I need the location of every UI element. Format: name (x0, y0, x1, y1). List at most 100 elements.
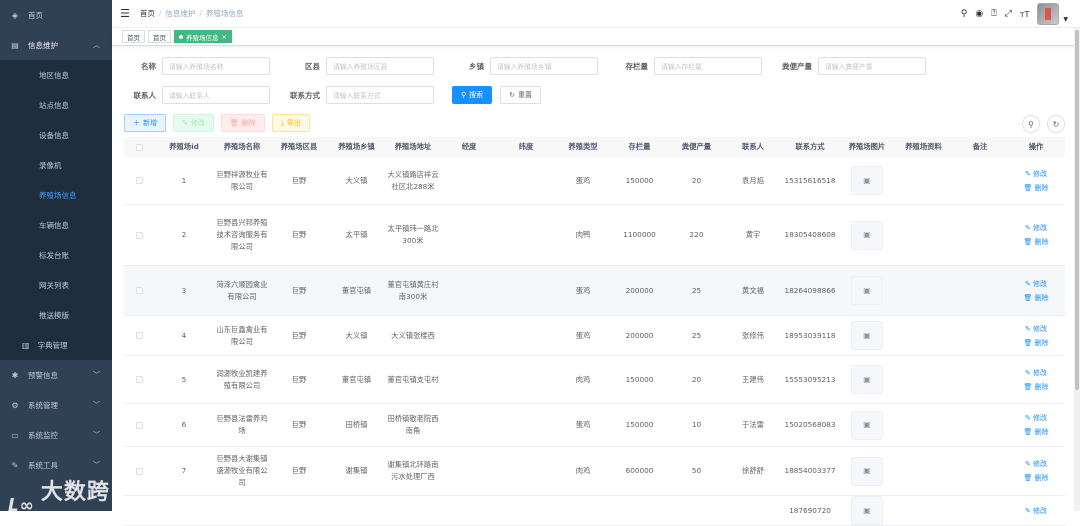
search-button[interactable]: ⚲ 搜索 (452, 86, 493, 104)
scrollbar-thumb[interactable] (1075, 30, 1079, 390)
sidebar-item-recorder[interactable]: 录像机 (0, 150, 112, 180)
sidebar-item-gateway[interactable]: 网关列表 (0, 270, 112, 300)
toggle-search-button[interactable]: ⚲ (1022, 115, 1040, 133)
cell-stock: 1100000 (623, 230, 656, 239)
sidebar-item-home[interactable]: ◈ 首页 (0, 0, 112, 30)
sidebar-item-info-maintenance[interactable]: ▤ 信息维护 ︿ (0, 30, 112, 60)
sidebar-item-region[interactable]: 地区信息 (0, 60, 112, 90)
cell-name: 山东巨鑫禽业有限公司 (216, 324, 268, 346)
avatar[interactable] (1037, 3, 1060, 25)
image-placeholder-icon[interactable]: ▣ (852, 411, 882, 439)
county-input[interactable]: 请输入养殖场区县 (326, 57, 434, 75)
cell-name: 巨野祥源牧业有限公司 (216, 169, 268, 191)
image-placeholder-icon[interactable]: ▣ (852, 457, 882, 485)
github-icon[interactable]: ◉ (975, 9, 983, 19)
image-placeholder-icon[interactable]: ▣ (852, 167, 882, 194)
row-delete-button[interactable]: 🗑 删除 (1023, 472, 1048, 484)
row-delete-button[interactable]: 🗑 删除 (1023, 337, 1048, 349)
edit-icon: ✎ (182, 119, 188, 127)
cell-county: 巨野 (291, 466, 307, 475)
download-icon: ⤓ (280, 118, 284, 127)
row-checkbox[interactable] (135, 421, 143, 429)
row-checkbox[interactable] (135, 177, 143, 184)
row-checkbox[interactable] (135, 467, 143, 475)
sidebar-item-system[interactable]: ⚙ 系统管理 ﹀ (0, 390, 112, 420)
town-input[interactable]: 请输入养殖场乡镇 (490, 57, 598, 75)
row-delete-button[interactable]: 🗑 删除 (1023, 182, 1048, 194)
sidebar-item-monitor[interactable]: ▭ 系统监控 ﹀ (0, 420, 112, 450)
question-icon[interactable]: ⍰ (991, 9, 996, 19)
sidebar-item-device[interactable]: 设备信息 (0, 120, 112, 150)
font-size-icon[interactable]: тT (1020, 10, 1030, 19)
trash-icon: 🗑 (1023, 293, 1035, 302)
sidebar: ◈ 首页 ▤ 信息维护 ︿ 地区信息 站点信息 设备信息 录像机 养殖场信息 车辆信息… (0, 0, 112, 511)
refresh-button[interactable]: ↻ (1047, 115, 1065, 133)
image-cell: ▣ (839, 322, 895, 349)
cell-stock: 200000 (625, 285, 654, 295)
cell-name: 巨野县兴邦养殖技术咨询服务有限公司 (216, 218, 268, 251)
close-icon[interactable]: × (222, 33, 227, 41)
image-placeholder-icon[interactable]: ▣ (852, 221, 882, 249)
row-edit-button[interactable]: ✎ 修改 (1025, 458, 1047, 470)
caret-down-icon[interactable]: ▼ (1063, 16, 1068, 23)
sidebar-item-vehicle[interactable]: 车辆信息 (0, 210, 112, 240)
export-button[interactable]: ⤓ 导出 (271, 114, 310, 132)
row-checkbox[interactable] (135, 376, 143, 383)
row-actions: ✎ 修改 🗑 删除 (1010, 412, 1062, 438)
phone-input[interactable]: 请输入联系方式 (326, 86, 434, 104)
name-input[interactable]: 请输入养殖场名称 (162, 57, 270, 75)
sidebar-item-farm[interactable]: 养殖场信息 (0, 180, 112, 210)
header-stock: 存栏量 (628, 142, 651, 151)
row-edit-button[interactable]: ✎ 修改 (1025, 323, 1047, 335)
fullscreen-icon[interactable]: ⤢ (1005, 9, 1012, 19)
manure-input[interactable]: 请输入粪便产量 (818, 57, 926, 75)
table-body: 1 巨野祥源牧业有限公司 巨野 大义镇 大义镇路店祥云社区北288米 蛋鸡 150000 20… (124, 157, 1065, 526)
cell-manure: 20 (691, 175, 702, 185)
sidebar-item-push-template[interactable]: 推送模版 (0, 300, 112, 330)
sidebar-item-ledger[interactable]: 标发台账 (0, 240, 112, 270)
row-delete-button[interactable]: 🗑 删除 (1023, 381, 1048, 393)
sidebar-item-alert[interactable]: ✱ 预警信息 ﹀ (0, 360, 112, 390)
row-edit-button[interactable]: ✎ 修改 (1025, 367, 1047, 379)
cell-town: 谢集镇 (345, 466, 368, 475)
row-edit-button[interactable]: ✎ 修改 (1025, 412, 1047, 424)
navbar: ☰ 首页 / 信息维护 / 养殖场信息 ⚲ ◉ ⍰ ⤢ тT ▼ (112, 0, 1080, 28)
cell-type: 蛋鸡 (575, 175, 591, 185)
row-edit-button[interactable]: ✎ 修改 (1025, 278, 1047, 290)
image-placeholder-icon[interactable]: ▣ (852, 277, 882, 304)
tag-farm-info[interactable]: 养殖场信息 × (174, 30, 232, 43)
table-row: 3 菏泽六顺园禽业有限公司 巨野 董官屯镇 董官屯镇黄庄村南300米 蛋鸡 200000 25… (124, 266, 1065, 316)
row-edit-button[interactable]: ✎ 修改 (1025, 222, 1047, 234)
tag-home[interactable]: 首页 (122, 30, 145, 43)
row-delete-button[interactable]: 🗑 删除 (1023, 292, 1048, 304)
cell-id: 5 (181, 374, 187, 384)
reset-button[interactable]: ↻ 重置 (500, 86, 542, 104)
form-item-manure: 粪便产量 请输入粪便产量 (768, 57, 926, 75)
edit-button[interactable]: ✎ 修改 (173, 114, 214, 132)
add-button[interactable]: ＋新增 (124, 114, 166, 132)
row-edit-button[interactable]: ✎ 修改 (1025, 168, 1047, 180)
stock-input[interactable]: 请输入存栏量 (654, 57, 762, 75)
contact-input[interactable]: 请输入联系人 (162, 86, 270, 104)
sidebar-item-dict[interactable]: ▥ 字典管理 (0, 330, 112, 360)
sidebar-item-station[interactable]: 站点信息 (0, 90, 112, 120)
row-checkbox[interactable] (135, 287, 143, 294)
image-cell: ▣ (839, 457, 895, 485)
breadcrumb-home[interactable]: 首页 (140, 9, 155, 18)
row-delete-button[interactable]: 🗑 删除 (1023, 426, 1048, 438)
row-delete-button[interactable]: 🗑 删除 (1023, 236, 1048, 248)
cell-contact: 王建伟 (742, 374, 764, 384)
row-checkbox[interactable] (135, 231, 143, 239)
cell-phone: 15553095213 (784, 374, 836, 384)
image-placeholder-icon[interactable]: ▣ (852, 366, 882, 393)
table-row: 187690720 ▣ ✎ 修改 (124, 496, 1065, 526)
image-placeholder-icon[interactable]: ▣ (852, 322, 882, 349)
hamburger-icon[interactable]: ☰ (120, 7, 130, 20)
row-checkbox[interactable] (135, 332, 143, 339)
search-icon[interactable]: ⚲ (961, 9, 968, 19)
checkbox-cell (124, 287, 154, 294)
cell-addr: 董官屯镇支屯村 (387, 374, 439, 384)
delete-button[interactable]: 🗑 删除 (220, 114, 265, 132)
select-all-checkbox[interactable] (135, 143, 143, 151)
tag-home-2[interactable]: 首页 (148, 30, 171, 43)
